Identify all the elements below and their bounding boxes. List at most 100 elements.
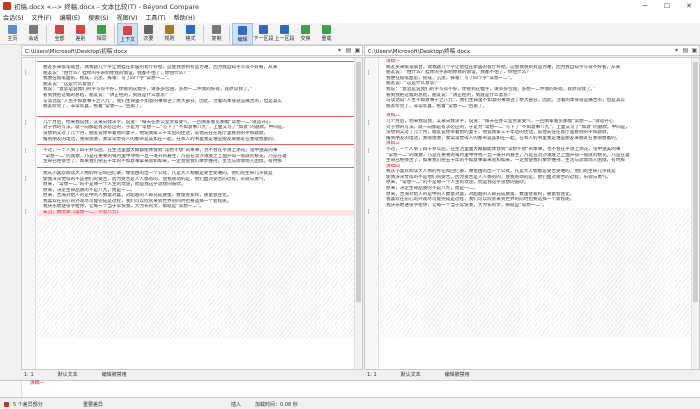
right-text-content[interactable]: 清稿一 朋友买来纸笔砚台，请我题几个字让他挂在新居的客厅补壁。这使我感到有些为难，…	[380, 58, 691, 369]
toolbar-separator	[114, 25, 115, 43]
toolbar-diffs-button[interactable]: 差别	[70, 23, 91, 45]
scroll-thumb[interactable]	[356, 62, 361, 302]
toolbar-label: 复制	[211, 36, 222, 42]
menu-item[interactable]: 搜索(S)	[88, 13, 109, 22]
left-gutter: [ [ [ [ [	[22, 58, 36, 369]
toolbar-label: 会话	[28, 36, 39, 42]
save-icon[interactable]: ▣	[690, 46, 699, 55]
toolbar-session-button[interactable]: 会话	[23, 23, 44, 45]
left-path-input[interactable]: C:\Users\Microsoft\Desktop\初稿.docx	[22, 47, 335, 55]
right-pane-status: 1: 1 默认文本 编辑被禁用	[367, 370, 700, 379]
text-line[interactable]	[37, 59, 354, 65]
diff-count: 5 个差异部分	[13, 401, 43, 408]
toolbar-separator	[203, 25, 204, 43]
section-marker: [	[368, 148, 370, 154]
toolbar-reload-button[interactable]: 重载	[316, 23, 337, 45]
toolbar-label: 格式	[185, 36, 196, 42]
right-scrollbar[interactable]	[691, 58, 699, 369]
minor-icon	[144, 25, 153, 34]
toolbar-swap-button[interactable]: 交换	[295, 23, 316, 45]
format-icon	[186, 25, 195, 34]
next-section-icon	[259, 25, 268, 34]
text-line[interactable]	[380, 331, 691, 338]
prev-section-icon	[280, 25, 289, 34]
folder-icon[interactable]: ▤	[344, 46, 353, 55]
scroll-thumb[interactable]	[693, 62, 698, 302]
left-text-pane[interactable]: [ [ [ [ [ 朋友买来纸笔砚台，请我题几个字让他挂在新居的客厅补壁。这使我…	[21, 57, 363, 370]
left-pane-status: 1: 1 默认文本 编辑被禁用	[24, 370, 363, 379]
minimize-button[interactable]: ─	[634, 0, 656, 12]
toolbar-next-section-button[interactable]: 下一区段	[253, 23, 274, 45]
load-time: 加载时间：0.08 秒	[255, 401, 298, 408]
home-icon	[8, 25, 17, 34]
swap-icon	[301, 25, 310, 34]
session-icon	[29, 25, 38, 34]
toolbar-all-button[interactable]: 全部	[49, 23, 70, 45]
toolbar-rules-button[interactable]: 规则	[159, 23, 180, 45]
left-path-bar[interactable]: C:\Users\Microsoft\Desktop\初稿.docx ▾ ▤ ▣	[21, 45, 363, 56]
toolbar-home-button[interactable]: 主页	[2, 23, 23, 45]
same-icon	[97, 25, 106, 34]
section-marker: [	[25, 148, 27, 154]
diffs-icon	[76, 25, 85, 34]
dropdown-icon[interactable]: ▾	[672, 46, 681, 55]
reload-icon	[322, 25, 331, 34]
right-path-bar[interactable]: C:\Users\Microsoft\Desktop\终稿.docx ▾ ▤ ▣	[364, 45, 700, 56]
toolbar-label: 编辑	[237, 37, 248, 43]
section-marker: [	[368, 209, 370, 215]
toolbar-separator	[229, 25, 230, 43]
text-line[interactable]	[37, 142, 354, 148]
dropdown-icon[interactable]: ▾	[335, 46, 344, 55]
toolbar-label: 次要	[143, 36, 154, 42]
menu-item[interactable]: 会话(S)	[3, 13, 24, 22]
toolbar-label: 全部	[54, 36, 65, 42]
save-icon[interactable]: ▣	[353, 46, 362, 55]
toolbar-label: 下一区段	[253, 36, 274, 42]
cursor-position: 1: 1	[24, 371, 34, 378]
copy-icon	[212, 25, 221, 34]
right-text-pane[interactable]: [ [ [ [ [ 清稿一 朋友买来纸笔砚台，请我题几个字让他挂在新居的客厅补壁。…	[364, 57, 700, 370]
menu-item[interactable]: 工具(T)	[145, 13, 165, 22]
right-path-input[interactable]: C:\Users\Microsoft\Desktop\终稿.docx	[365, 47, 672, 55]
menu-item[interactable]: 编辑(E)	[60, 13, 80, 22]
text-line[interactable]	[37, 114, 354, 120]
section-marker: [	[25, 70, 27, 76]
cursor-position: 1: 1	[367, 371, 377, 378]
toolbar-format-button[interactable]: 格式	[180, 23, 201, 45]
text-line[interactable]	[37, 165, 354, 171]
toolbar-label: 主页	[7, 36, 18, 42]
toolbar-same-button[interactable]: 相同	[91, 23, 112, 45]
close-button[interactable]: ✕	[678, 0, 700, 12]
menu-item[interactable]: 文件(F)	[32, 13, 52, 22]
encoding-label[interactable]: 默认文本	[58, 371, 78, 378]
menu-item[interactable]: 视图(V)	[117, 13, 138, 22]
encoding-label[interactable]: 默认文本	[401, 371, 421, 378]
section-marker: [	[368, 70, 370, 76]
toolbar-label: 上一区段	[274, 36, 295, 42]
left-scrollbar[interactable]	[354, 58, 362, 369]
line-detail-pane[interactable]: 清稿一	[0, 380, 700, 398]
folder-icon[interactable]: ▤	[681, 46, 690, 55]
detail-gutter	[0, 381, 22, 397]
toolbar-minor-button[interactable]: 次要	[138, 23, 159, 45]
section-marker: [	[25, 209, 27, 215]
toolbar-copy-button[interactable]: 复制	[206, 23, 227, 45]
title-bar: 初稿.docx <--> 终稿.docx - 文本比较(T) - Beyond …	[0, 0, 700, 12]
toolbar-label: 相同	[96, 36, 107, 42]
window-title: 初稿.docx <--> 终稿.docx - 文本比较(T) - Beyond …	[14, 3, 199, 11]
edit-icon	[238, 26, 247, 35]
toolbar-prev-section-button[interactable]: 上一区段	[274, 23, 295, 45]
section-marker: [	[368, 120, 370, 126]
toolbar-label: 差别	[75, 36, 86, 42]
menu-item[interactable]: 帮助(H)	[174, 13, 195, 22]
maximize-button[interactable]: ☐	[656, 0, 678, 12]
left-text-content[interactable]: 朋友买来纸笔砚台，请我题几个字让他挂在新居的客厅补壁。这使我感到有些为难，因为我…	[37, 58, 354, 369]
toolbar-label: 重载	[321, 36, 332, 42]
text-line[interactable]	[37, 333, 354, 339]
diff-status-icon	[4, 401, 9, 407]
toolbar-context-button[interactable]: 上下文	[117, 23, 138, 45]
section-marker: [	[25, 176, 27, 182]
toolbar-edit-button[interactable]: 编辑	[232, 23, 253, 45]
edit-mode-label: 编辑被禁用	[101, 372, 127, 378]
app-icon	[3, 2, 11, 10]
